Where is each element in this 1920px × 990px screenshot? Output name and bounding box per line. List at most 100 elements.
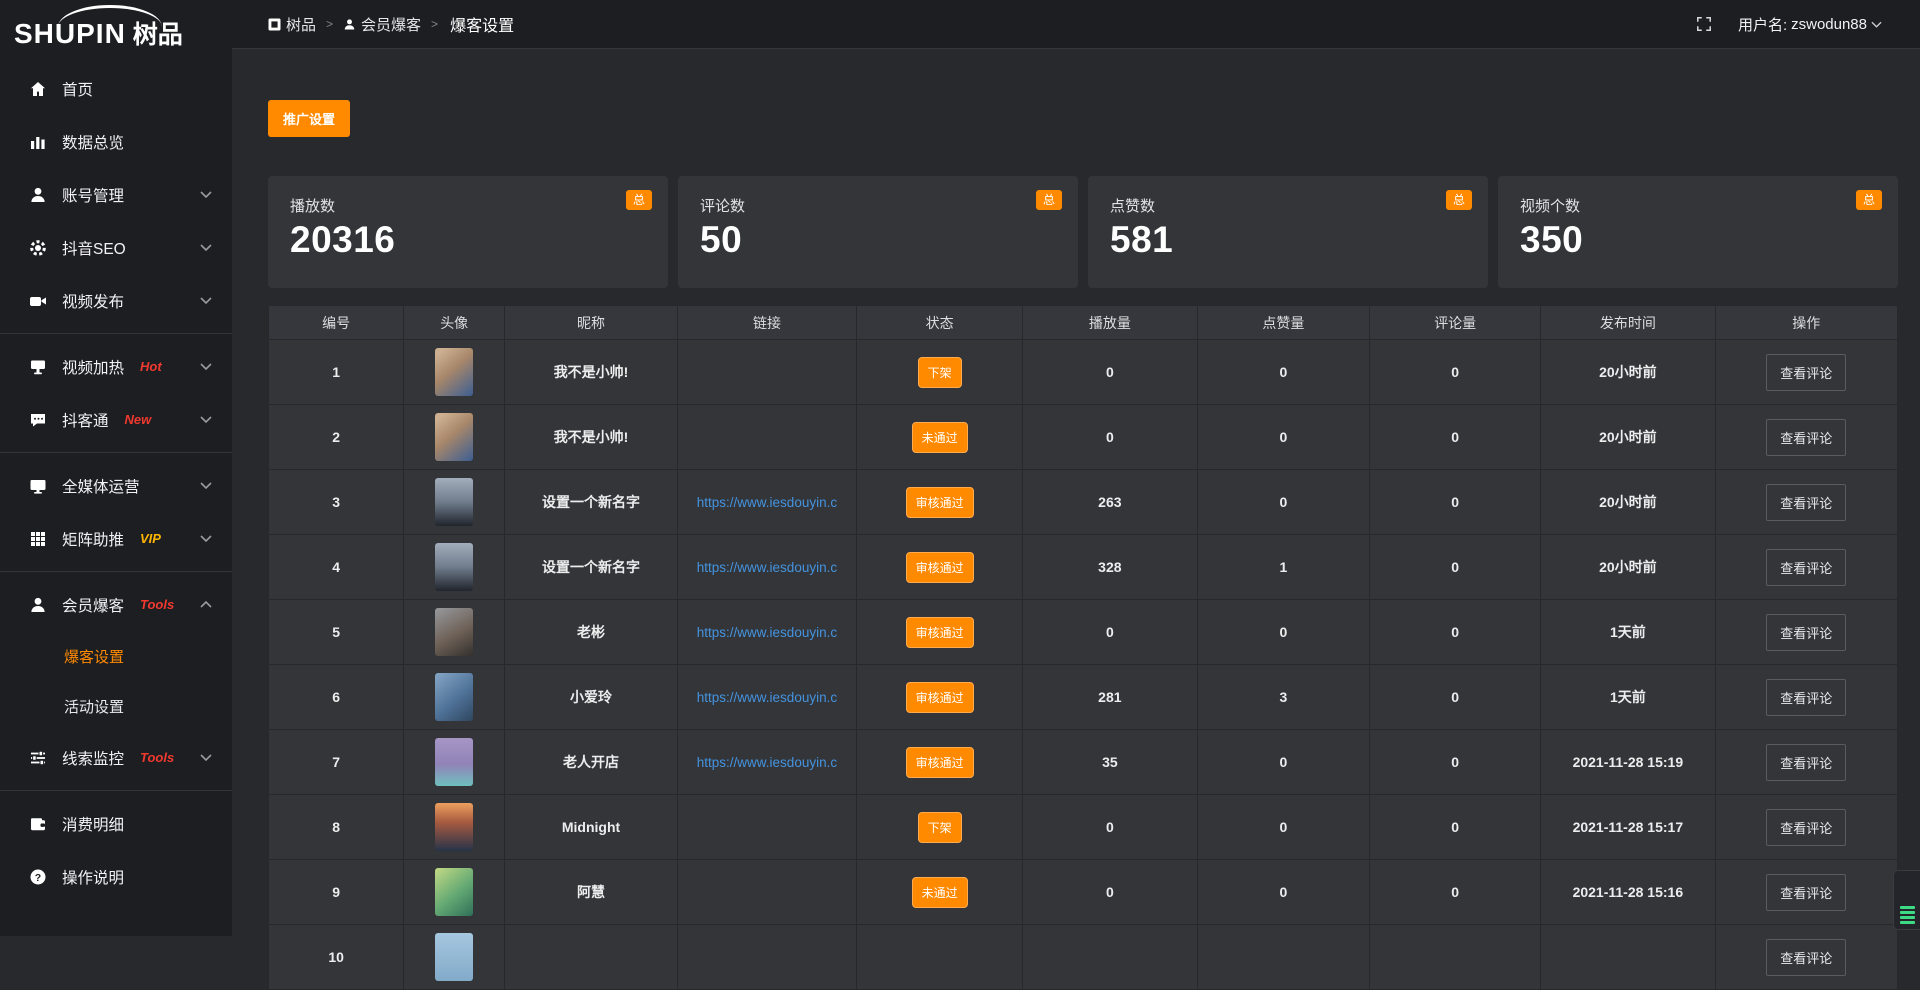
status-badge[interactable]: 审核通过	[906, 617, 974, 648]
sidebar-item-label: 会员爆客	[62, 594, 124, 616]
cell-nickname: 我不是小帅!	[505, 340, 678, 405]
video-link[interactable]: https://www.iesdouyin.c	[697, 560, 837, 575]
floating-widget[interactable]	[1893, 870, 1920, 930]
cell-nickname: 我不是小帅!	[505, 405, 678, 470]
sidebar-item-label: 抖客通	[62, 409, 109, 431]
bar-chart-icon	[28, 133, 48, 151]
cell-link	[677, 925, 856, 990]
stat-label: 评论数	[700, 195, 1056, 216]
sidebar-item-video-heat[interactable]: 视频加热 Hot	[0, 340, 232, 393]
cell-status: 审核通过	[857, 600, 1023, 665]
sidebar-item-consume-detail[interactable]: 消费明细	[0, 797, 232, 850]
cell-status: 审核通过	[857, 470, 1023, 535]
stat-card-videos: 视频个数 350 总	[1498, 176, 1898, 288]
avatar	[435, 608, 473, 656]
stat-value: 20316	[290, 219, 646, 261]
sidebar-item-douketong[interactable]: 抖客通 New	[0, 393, 232, 446]
table-row: 4 设置一个新名字 https://www.iesdouyin.c 审核通过 3…	[269, 535, 1898, 600]
view-comments-button[interactable]: 查看评论	[1766, 809, 1846, 846]
cell-publish-time: 20小时前	[1541, 470, 1715, 535]
status-badge[interactable]: 未通过	[912, 422, 968, 453]
view-comments-button[interactable]: 查看评论	[1766, 614, 1846, 651]
status-badge[interactable]: 下架	[918, 812, 962, 843]
video-link[interactable]: https://www.iesdouyin.c	[697, 625, 837, 640]
sidebar-item-video-publish[interactable]: 视频发布	[0, 274, 232, 327]
user-label: 用户名:	[1738, 14, 1787, 35]
view-comments-button[interactable]: 查看评论	[1766, 679, 1846, 716]
col-header-publish-time: 发布时间	[1541, 306, 1715, 340]
sidebar-item-operation-guide[interactable]: ? 操作说明	[0, 850, 232, 903]
cell-status	[857, 925, 1023, 990]
sidebar-item-account[interactable]: 账号管理	[0, 168, 232, 221]
cell-nickname: 设置一个新名字	[505, 470, 678, 535]
avatar	[435, 543, 473, 591]
col-header-comments: 评论量	[1370, 306, 1541, 340]
status-badge[interactable]: 审核通过	[906, 487, 974, 518]
cell-plays: 35	[1023, 730, 1197, 795]
main-content: 推广设置 播放数 20316 总 评论数 50 总 点赞数 581 总 视频个数…	[232, 49, 1920, 990]
sidebar-item-matrix-boost[interactable]: 矩阵助推 VIP	[0, 512, 232, 565]
tools-tag: Tools	[140, 597, 174, 612]
breadcrumb-home[interactable]: 树品	[268, 14, 316, 35]
view-comments-button[interactable]: 查看评论	[1766, 354, 1846, 391]
app-logo[interactable]: SHUPIN 树品	[0, 0, 232, 50]
sidebar-item-data-overview[interactable]: 数据总览	[0, 115, 232, 168]
sidebar-item-home[interactable]: 首页	[0, 62, 232, 115]
cell-nickname: Midnight	[505, 795, 678, 860]
widget-level-bar	[1900, 906, 1915, 909]
table-row: 7 老人开店 https://www.iesdouyin.c 审核通过 35 0…	[269, 730, 1898, 795]
menu-divider	[0, 790, 232, 791]
sidebar-item-label: 消费明细	[62, 813, 124, 835]
fullscreen-icon[interactable]	[1696, 16, 1712, 32]
chevron-down-icon	[1871, 21, 1882, 28]
view-comments-button[interactable]: 查看评论	[1766, 939, 1846, 976]
sidebar-item-label: 矩阵助推	[62, 528, 124, 550]
cell-actions: 查看评论	[1715, 925, 1898, 990]
sidebar-item-media-operation[interactable]: 全媒体运营	[0, 459, 232, 512]
vip-tag: VIP	[140, 531, 161, 546]
sidebar-item-baoke-settings[interactable]: 爆客设置	[0, 631, 232, 681]
video-link[interactable]: https://www.iesdouyin.c	[697, 755, 837, 770]
cell-publish-time	[1541, 925, 1715, 990]
user-menu[interactable]: 用户名: zswodun88	[1738, 14, 1882, 35]
hot-tag: Hot	[140, 359, 162, 374]
sidebar-item-douyin-seo[interactable]: 抖音SEO	[0, 221, 232, 274]
cell-comments: 0	[1370, 340, 1541, 405]
promo-settings-button[interactable]: 推广设置	[268, 100, 350, 137]
stat-card-likes: 点赞数 581 总	[1088, 176, 1488, 288]
total-badge: 总	[1036, 190, 1062, 210]
cell-avatar	[404, 665, 505, 730]
status-badge[interactable]: 未通过	[912, 877, 968, 908]
tools-tag: Tools	[140, 750, 174, 765]
wallet-icon	[28, 815, 48, 833]
sidebar-item-clue-monitor[interactable]: 线索监控 Tools	[0, 731, 232, 784]
cell-avatar	[404, 925, 505, 990]
cell-plays	[1023, 925, 1197, 990]
person-icon	[343, 18, 356, 31]
status-badge[interactable]: 审核通过	[906, 682, 974, 713]
cell-likes: 0	[1197, 795, 1370, 860]
view-comments-button[interactable]: 查看评论	[1766, 874, 1846, 911]
user-icon	[28, 186, 48, 204]
cell-likes: 0	[1197, 600, 1370, 665]
view-comments-button[interactable]: 查看评论	[1766, 549, 1846, 586]
topbar-actions: 用户名: zswodun88	[1696, 14, 1882, 35]
home-icon	[28, 80, 48, 98]
status-badge[interactable]: 下架	[918, 357, 962, 388]
status-badge[interactable]: 审核通过	[906, 552, 974, 583]
cell-link: https://www.iesdouyin.c	[677, 535, 856, 600]
col-header-avatar: 头像	[404, 306, 505, 340]
sidebar-item-activity-settings[interactable]: 活动设置	[0, 681, 232, 731]
monitor-icon	[28, 477, 48, 495]
total-badge: 总	[1446, 190, 1472, 210]
view-comments-button[interactable]: 查看评论	[1766, 419, 1846, 456]
sidebar-item-member-baoke[interactable]: 会员爆客 Tools	[0, 578, 232, 631]
cell-likes: 0	[1197, 340, 1370, 405]
video-link[interactable]: https://www.iesdouyin.c	[697, 690, 837, 705]
view-comments-button[interactable]: 查看评论	[1766, 484, 1846, 521]
view-comments-button[interactable]: 查看评论	[1766, 744, 1846, 781]
total-badge: 总	[626, 190, 652, 210]
breadcrumb-section[interactable]: 会员爆客	[343, 14, 421, 35]
video-link[interactable]: https://www.iesdouyin.c	[697, 495, 837, 510]
status-badge[interactable]: 审核通过	[906, 747, 974, 778]
